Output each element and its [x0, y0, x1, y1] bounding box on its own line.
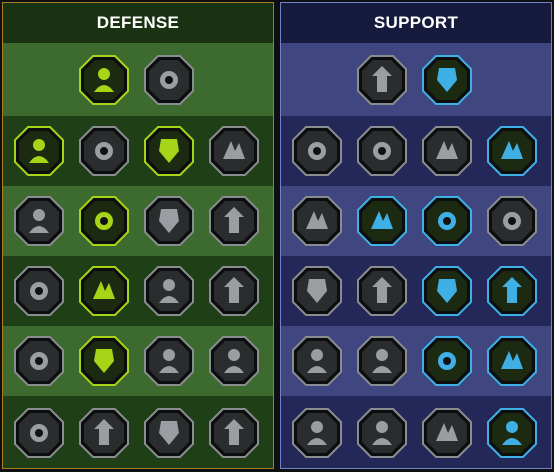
demon-head-icon[interactable]: [13, 407, 65, 459]
compass-star-icon[interactable]: [291, 335, 343, 387]
crowd-icon[interactable]: [13, 265, 65, 317]
heart-chain-icon[interactable]: [291, 265, 343, 317]
defense-panel: DEFENSE: [2, 2, 274, 469]
heart-skull-icon[interactable]: [143, 195, 195, 247]
flaming-skull-icon[interactable]: [421, 125, 473, 177]
hourglass-icon[interactable]: [78, 265, 130, 317]
talent-row: [281, 186, 551, 256]
open-palm-icon[interactable]: [143, 265, 195, 317]
shadow-figures-icon[interactable]: [486, 195, 538, 247]
heart-sparkle-icon[interactable]: [356, 54, 408, 106]
praying-hands-icon[interactable]: [291, 125, 343, 177]
skull-icon[interactable]: [356, 407, 408, 459]
fist-icon[interactable]: [143, 54, 195, 106]
talent-row: [3, 326, 273, 396]
crossed-blades-icon[interactable]: [208, 125, 260, 177]
shield-aura-icon[interactable]: [356, 125, 408, 177]
shielded-head-icon[interactable]: [208, 195, 260, 247]
talent-row: [281, 116, 551, 186]
talent-row: [3, 396, 273, 468]
eye-icon[interactable]: [421, 335, 473, 387]
comet-icon[interactable]: [356, 265, 408, 317]
talent-row: [281, 326, 551, 396]
meditating-figure-icon[interactable]: [291, 195, 343, 247]
talent-row: [281, 396, 551, 468]
speed-boot-icon[interactable]: [356, 335, 408, 387]
knight-shield-icon[interactable]: [78, 195, 130, 247]
defense-chart-icon[interactable]: [78, 54, 130, 106]
sumo-icon[interactable]: [143, 407, 195, 459]
eagle-icon[interactable]: [486, 407, 538, 459]
bull-skull-icon[interactable]: [208, 265, 260, 317]
talent-row: [3, 256, 273, 326]
flexing-figure-icon[interactable]: [208, 407, 260, 459]
skull-spikes-icon[interactable]: [143, 335, 195, 387]
heart-hand-icon[interactable]: [78, 125, 130, 177]
talent-row: [3, 186, 273, 256]
lightning-icon[interactable]: [356, 195, 408, 247]
dash-figure-icon[interactable]: [13, 335, 65, 387]
target-burst-icon[interactable]: [421, 54, 473, 106]
support-panel: SUPPORT: [280, 2, 552, 469]
shatter-icon[interactable]: [421, 195, 473, 247]
dashing-beam-icon[interactable]: [486, 125, 538, 177]
chevron-shield-icon[interactable]: [13, 125, 65, 177]
jumping-figure-icon[interactable]: [486, 335, 538, 387]
fist-bump-icon[interactable]: [421, 407, 473, 459]
drops-icon[interactable]: [78, 335, 130, 387]
talent-row: [281, 256, 551, 326]
defense-title: DEFENSE: [3, 3, 273, 43]
support-title: SUPPORT: [281, 3, 551, 43]
dodge-icon[interactable]: [208, 335, 260, 387]
golem-icon[interactable]: [143, 125, 195, 177]
talent-row: [3, 43, 273, 116]
book-icon[interactable]: [421, 265, 473, 317]
fierce-face-icon[interactable]: [486, 265, 538, 317]
talent-row: [3, 116, 273, 186]
potion-icon[interactable]: [291, 407, 343, 459]
talent-row: [281, 43, 551, 116]
figure-shield-icon[interactable]: [13, 195, 65, 247]
armored-chest-icon[interactable]: [78, 407, 130, 459]
